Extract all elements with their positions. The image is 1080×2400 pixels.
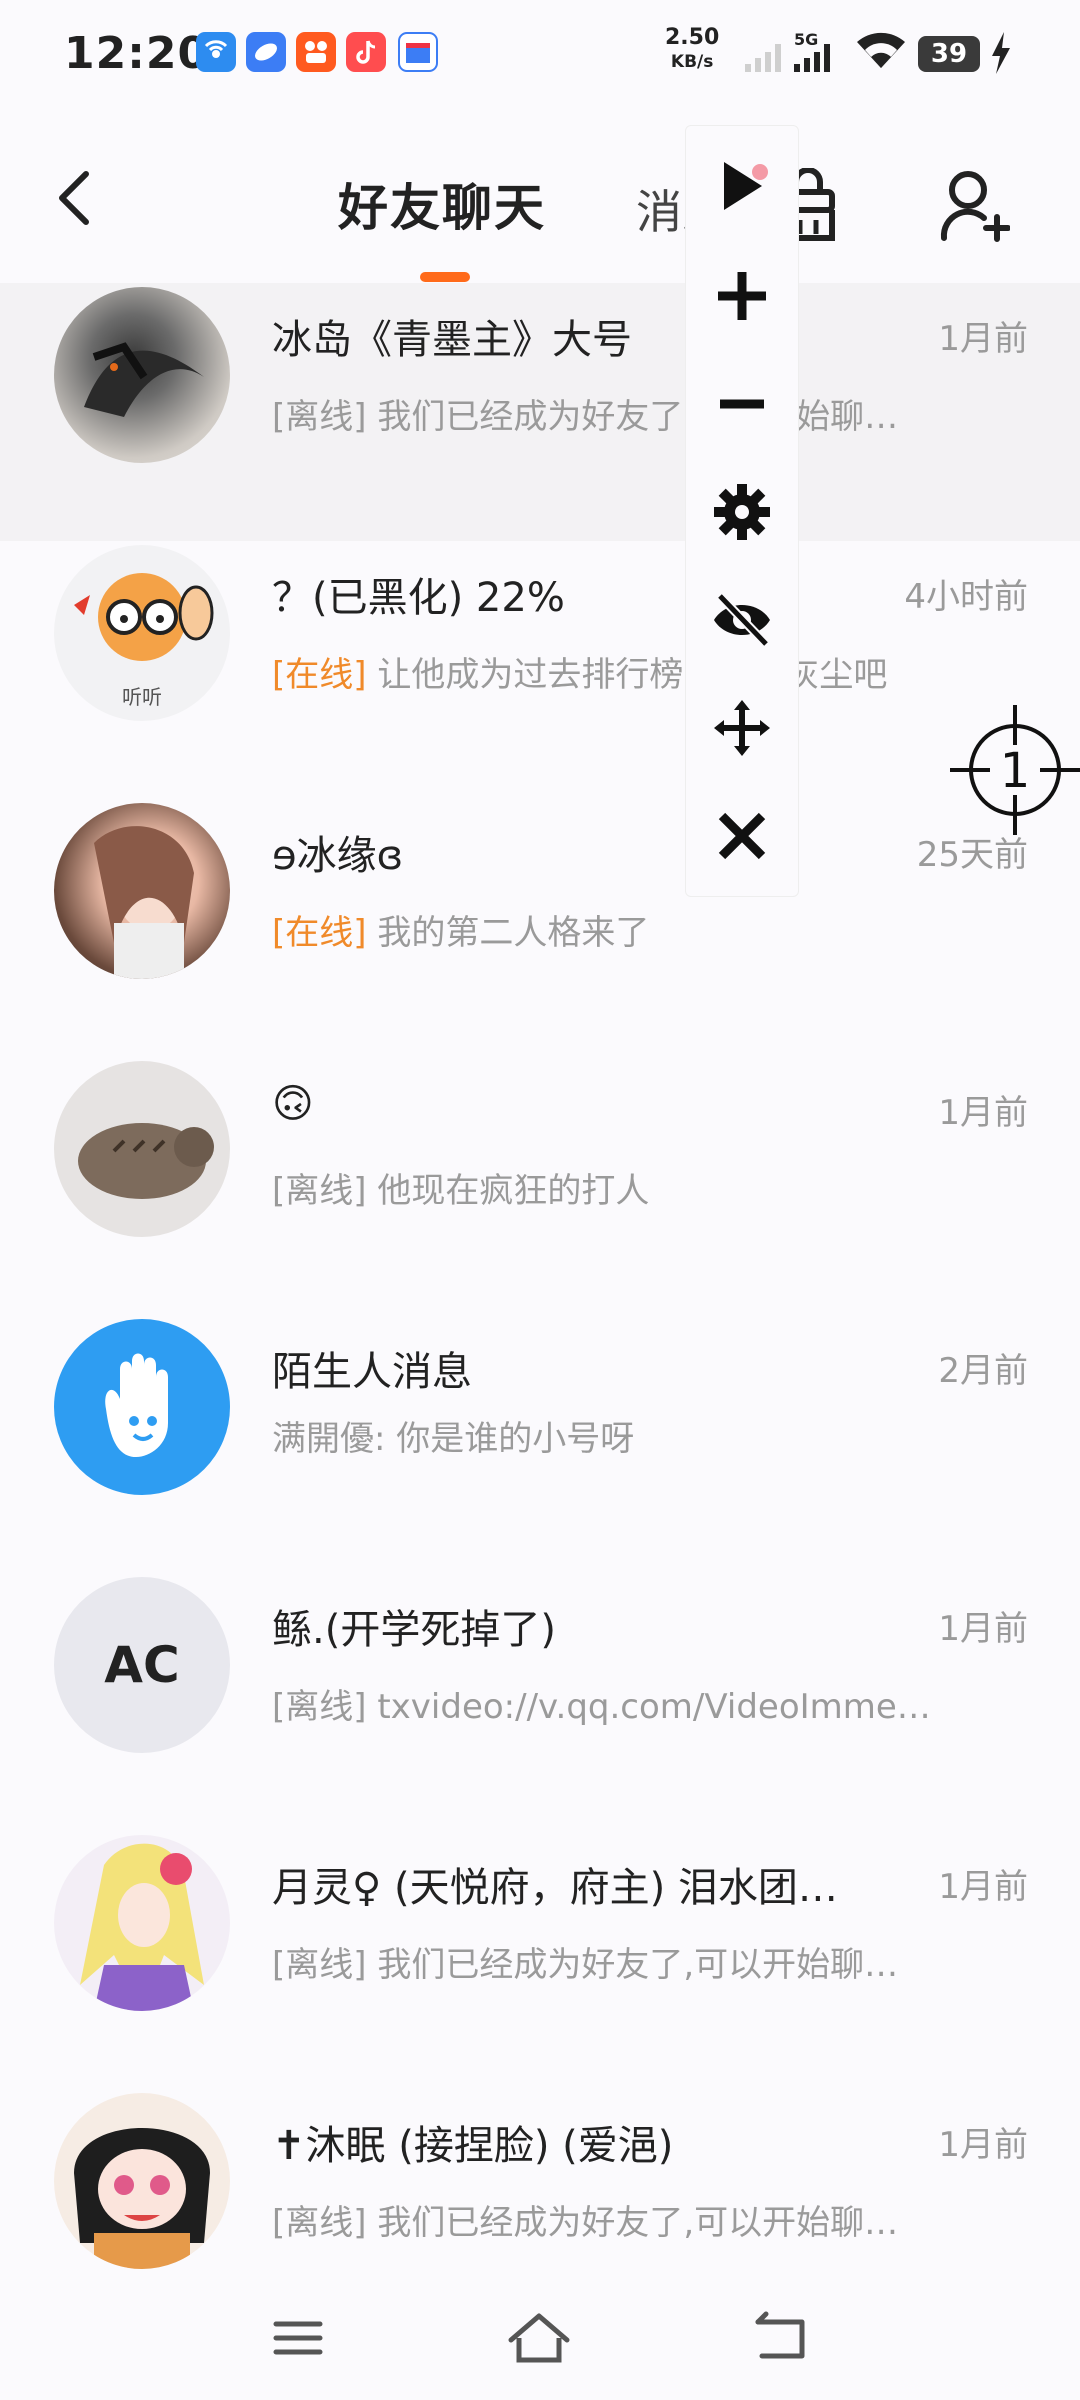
- menu-icon[interactable]: [270, 2310, 326, 2366]
- back-arrow-icon[interactable]: [54, 168, 94, 228]
- conversation-time: 2月前: [938, 1351, 1028, 1391]
- network-speed: 2.50 KB/s: [665, 25, 720, 73]
- message-text: 我们已经成为好友了,可以开始聊…: [377, 397, 899, 437]
- signal-sim1-icon: [794, 44, 830, 72]
- avatar: [54, 1061, 230, 1237]
- conversation-preview: 满開優: 你是谁的小号呀: [272, 1411, 634, 1460]
- move-icon[interactable]: [710, 696, 774, 760]
- conversation-name: 鲧.(开学死掉了): [272, 1607, 556, 1653]
- message-text: 他现在疯狂的打人: [377, 1171, 650, 1211]
- home-icon[interactable]: [505, 2310, 573, 2366]
- conversation-name: 冰岛《青墨主》大号: [272, 317, 632, 363]
- message-text: 让他成为过去排行榜的一挫灰尘吧: [377, 655, 888, 695]
- browser-icon: [246, 32, 286, 72]
- conversation-preview: [离线] 我们已经成为好友了,可以开始聊…: [272, 2195, 898, 2244]
- douyin-icon: [346, 32, 386, 72]
- gear-icon[interactable]: [710, 480, 774, 544]
- conversation-name: ɘ冰缘ɞ: [272, 833, 404, 879]
- conversation-item[interactable]: AC 鲧.(开学死掉了) 1月前 [离线] txvideo://v.qq.com…: [0, 1573, 1080, 1831]
- play-icon[interactable]: [710, 156, 774, 220]
- presence-status: [离线]: [272, 397, 367, 437]
- message-text: 我们已经成为好友了,可以开始聊…: [377, 1945, 899, 1985]
- avatar: [54, 1835, 230, 2011]
- conversation-preview: [离线] 他现在疯狂的打人: [272, 1163, 649, 1212]
- status-bar: 12:20 2.50 KB/s 5G 39: [0, 0, 1080, 110]
- signal-sim2-icon: [745, 44, 781, 72]
- close-icon[interactable]: [710, 804, 774, 868]
- conversation-item[interactable]: 冰岛《青墨主》大号 1月前 [离线] 我们已经成为好友了,可以开始聊…: [0, 283, 1080, 541]
- avatar: [54, 287, 230, 463]
- stranger-hand-icon: [105, 1353, 168, 1457]
- conversation-preview: [离线] 我们已经成为好友了,可以开始聊…: [272, 1937, 898, 1986]
- avatar: [54, 1319, 230, 1495]
- floating-tool-panel: [685, 125, 799, 897]
- eye-off-icon[interactable]: [710, 588, 774, 652]
- minus-icon[interactable]: [710, 372, 774, 436]
- conversation-time: 1月前: [938, 1867, 1028, 1907]
- conversation-name: 陌生人消息: [272, 1349, 472, 1395]
- kuaishou-icon: [296, 32, 336, 72]
- conversation-time: 4小时前: [904, 577, 1028, 617]
- avatar-caption: 听听: [122, 685, 162, 709]
- conversation-time: 1月前: [938, 319, 1028, 359]
- add-friend-icon[interactable]: [940, 168, 1010, 244]
- back-icon[interactable]: [752, 2310, 812, 2366]
- avatar: [54, 2093, 230, 2269]
- calendar-app-icon: [398, 32, 438, 72]
- avatar: [54, 803, 230, 979]
- conversation-item[interactable]: 月灵♀ (天悦府，府主) 泪水团… 1月前 [离线] 我们已经成为好友了,可以开…: [0, 1831, 1080, 2089]
- wifi-share-icon: [196, 32, 236, 72]
- conversation-item[interactable]: 陌生人消息 2月前 满開優: 你是谁的小号呀: [0, 1315, 1080, 1573]
- message-text: 我们已经成为好友了,可以开始聊…: [377, 2203, 899, 2243]
- conversation-name: ✝沐眠 (接捏脸) (爱浥): [272, 2123, 674, 2169]
- presence-status: [离线]: [272, 1687, 367, 1727]
- wifi-icon: [857, 32, 905, 68]
- status-time: 12:20: [64, 28, 210, 79]
- conversation-time: 1月前: [938, 2125, 1028, 2165]
- presence-status: [在线]: [272, 655, 367, 695]
- presence-status: [离线]: [272, 1945, 367, 1985]
- conversation-item[interactable]: 🙃 1月前 [离线] 他现在疯狂的打人: [0, 1057, 1080, 1315]
- plus-icon[interactable]: [710, 264, 774, 328]
- conversation-preview: [在线] 我的第二人格来了: [272, 905, 649, 954]
- message-text: 满開優: 你是谁的小号呀: [272, 1419, 635, 1459]
- presence-status: [离线]: [272, 2203, 367, 2243]
- message-text: txvideo://v.qq.com/VideoImme…: [377, 1687, 931, 1727]
- avatar: AC: [54, 1577, 230, 1753]
- conversation-item[interactable]: 听听 ？(已黑化) 22% 4小时前 [在线] 让他成为过去排行榜的一挫灰尘吧: [0, 541, 1080, 799]
- conversation-preview: [离线] 我们已经成为好友了,可以开始聊…: [272, 389, 898, 438]
- presence-status: [在线]: [272, 913, 367, 953]
- avatar: 听听: [54, 545, 230, 721]
- charging-icon: [992, 32, 1010, 74]
- battery-indicator: 39: [918, 36, 980, 72]
- conversation-name: 月灵♀ (天悦府，府主) 泪水团…: [272, 1865, 838, 1911]
- header: 好友聊天 消息: [0, 110, 1080, 290]
- tap-crosshair[interactable]: 1: [950, 705, 1080, 839]
- conversation-time: 1月前: [938, 1609, 1028, 1649]
- presence-status: [离线]: [272, 1171, 367, 1211]
- conversation-item[interactable]: ɘ冰缘ɞ 25天前 [在线] 我的第二人格来了: [0, 799, 1080, 1057]
- conversation-time: 1月前: [938, 1093, 1028, 1133]
- conversation-name: 🙃: [272, 1081, 314, 1127]
- conversation-name: ？(已黑化) 22%: [272, 575, 565, 621]
- crosshair-label: 1: [999, 743, 1031, 799]
- conversation-preview: [离线] txvideo://v.qq.com/VideoImme…: [272, 1679, 931, 1728]
- system-navbar: [0, 2290, 1080, 2400]
- tab-indicator: [420, 272, 470, 282]
- message-text: 我的第二人格来了: [377, 913, 650, 953]
- tab-friend-chat[interactable]: 好友聊天: [338, 168, 546, 240]
